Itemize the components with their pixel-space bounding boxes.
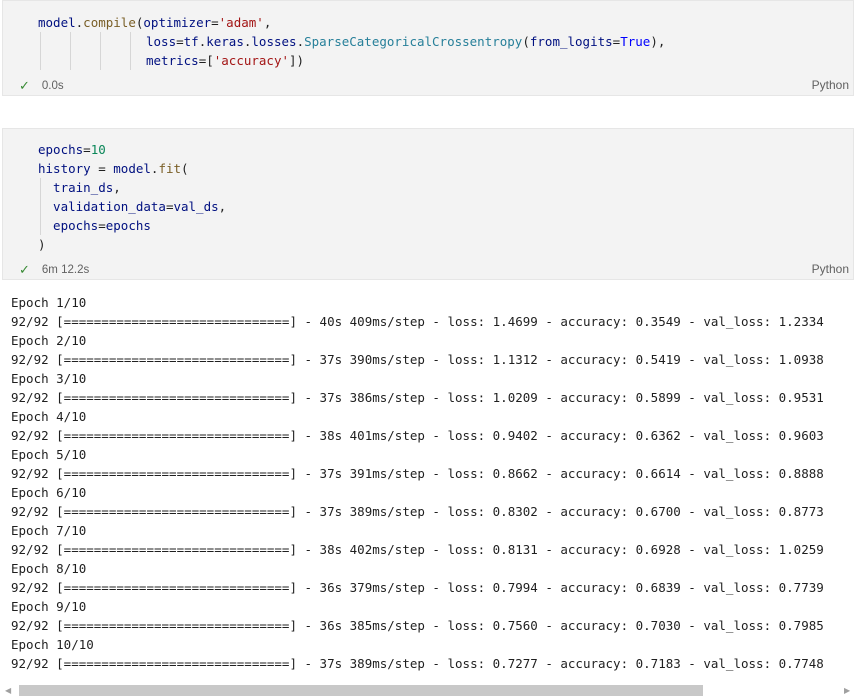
epoch-label: Epoch 7/10 (11, 523, 87, 538)
epoch-label: Epoch 10/10 (11, 637, 94, 652)
code-token: keras (206, 34, 244, 49)
cell-output[interactable]: Epoch 1/10 92/92 [=======================… (0, 282, 856, 682)
code-token: fit (158, 161, 182, 176)
progress-line: 92/92 [==============================] -… (11, 542, 824, 557)
exec-time: 0.0s (41, 80, 64, 92)
check-icon: ✓ (19, 78, 30, 93)
code-editor[interactable]: model.compile(optimizer='adam', loss=tf.k… (38, 13, 665, 70)
arrow-left-icon[interactable]: ◀ (5, 686, 11, 695)
code-line: epochs=epochs (38, 216, 226, 235)
code-token: ( (522, 34, 530, 49)
code-editor[interactable]: epochs=10 history = model.fit( train_ds, … (38, 140, 226, 254)
progress-line: 92/92 [==============================] -… (11, 618, 824, 633)
epoch-label: Epoch 9/10 (11, 599, 87, 614)
progress-line: 92/92 [==============================] -… (11, 428, 824, 443)
progress-line: 92/92 [==============================] -… (11, 656, 824, 671)
arrow-right-icon[interactable]: ▶ (844, 686, 850, 695)
code-token: train_ds (38, 180, 114, 195)
code-token: . (296, 34, 305, 49)
progress-line: 92/92 [==============================] -… (11, 352, 824, 367)
code-token: model (38, 15, 76, 30)
progress-line: 92/92 [==============================] -… (11, 390, 824, 405)
code-token: ( (181, 161, 189, 176)
code-line: history = model.fit( (38, 159, 226, 178)
code-token: = (90, 161, 114, 176)
code-token: , (113, 180, 121, 195)
code-token: = (211, 15, 219, 30)
check-icon: ✓ (19, 262, 30, 277)
progress-line: 92/92 [==============================] -… (11, 314, 824, 329)
code-token: optimizer (143, 15, 212, 30)
epoch-label: Epoch 5/10 (11, 447, 87, 462)
code-token: ) (38, 237, 46, 252)
code-token: , (263, 15, 272, 30)
code-line: train_ds, (38, 178, 226, 197)
cell-status: ✓ 6m 12.2s (19, 262, 89, 278)
code-token: epochs (105, 218, 151, 233)
epoch-label: Epoch 4/10 (11, 409, 87, 424)
progress-line: 92/92 [==============================] -… (11, 466, 824, 481)
language-label[interactable]: Python (812, 262, 849, 276)
code-token: , (218, 199, 227, 214)
code-line: validation_data=val_ds, (38, 197, 226, 216)
epoch-label: Epoch 1/10 (11, 295, 87, 310)
code-token: epochs (38, 142, 84, 157)
code-token: compile (83, 15, 136, 30)
code-cell-compile[interactable]: model.compile(optimizer='adam', loss=tf.k… (2, 0, 854, 96)
exec-time: 6m 12.2s (41, 264, 90, 276)
code-token: 'adam' (218, 15, 264, 30)
code-token: history (38, 161, 91, 176)
code-token: epochs (38, 218, 99, 233)
code-cell-fit[interactable]: epochs=10 history = model.fit( train_ds, … (2, 128, 854, 280)
code-token: 10 (90, 142, 106, 157)
code-line: ) (38, 235, 226, 254)
code-token: SparseCategoricalCrossentropy (304, 34, 523, 49)
code-token: ]) (289, 53, 305, 68)
progress-line: 92/92 [==============================] -… (11, 504, 824, 519)
epoch-label: Epoch 2/10 (11, 333, 87, 348)
code-token: losses (251, 34, 297, 49)
code-token: = (98, 218, 106, 233)
progress-line: 92/92 [==============================] -… (11, 580, 824, 595)
code-token: = (83, 142, 91, 157)
code-token: model (113, 161, 151, 176)
code-line: epochs=10 (38, 140, 226, 159)
code-line: model.compile(optimizer='adam', (38, 13, 665, 32)
code-token: metrics (146, 53, 199, 68)
code-line: metrics=['accuracy']) (38, 51, 665, 70)
code-token: 'accuracy' (213, 53, 290, 68)
epoch-label: Epoch 6/10 (11, 485, 87, 500)
epoch-label: Epoch 8/10 (11, 561, 87, 576)
code-token: ), (650, 34, 666, 49)
code-token: True (620, 34, 651, 49)
epoch-label: Epoch 3/10 (11, 371, 87, 386)
code-token: loss (146, 34, 177, 49)
code-token: = (176, 34, 184, 49)
code-token: validation_data (38, 199, 166, 214)
language-label[interactable]: Python (812, 78, 849, 92)
code-token: [ (206, 53, 214, 68)
code-token: from_logits (529, 34, 613, 49)
code-token: val_ds (173, 199, 219, 214)
code-line: loss=tf.keras.losses.SparseCategoricalCr… (38, 32, 665, 51)
scrollbar-thumb[interactable] (19, 685, 703, 696)
code-token: tf (183, 34, 199, 49)
cell-status: ✓ 0.0s (19, 78, 64, 94)
